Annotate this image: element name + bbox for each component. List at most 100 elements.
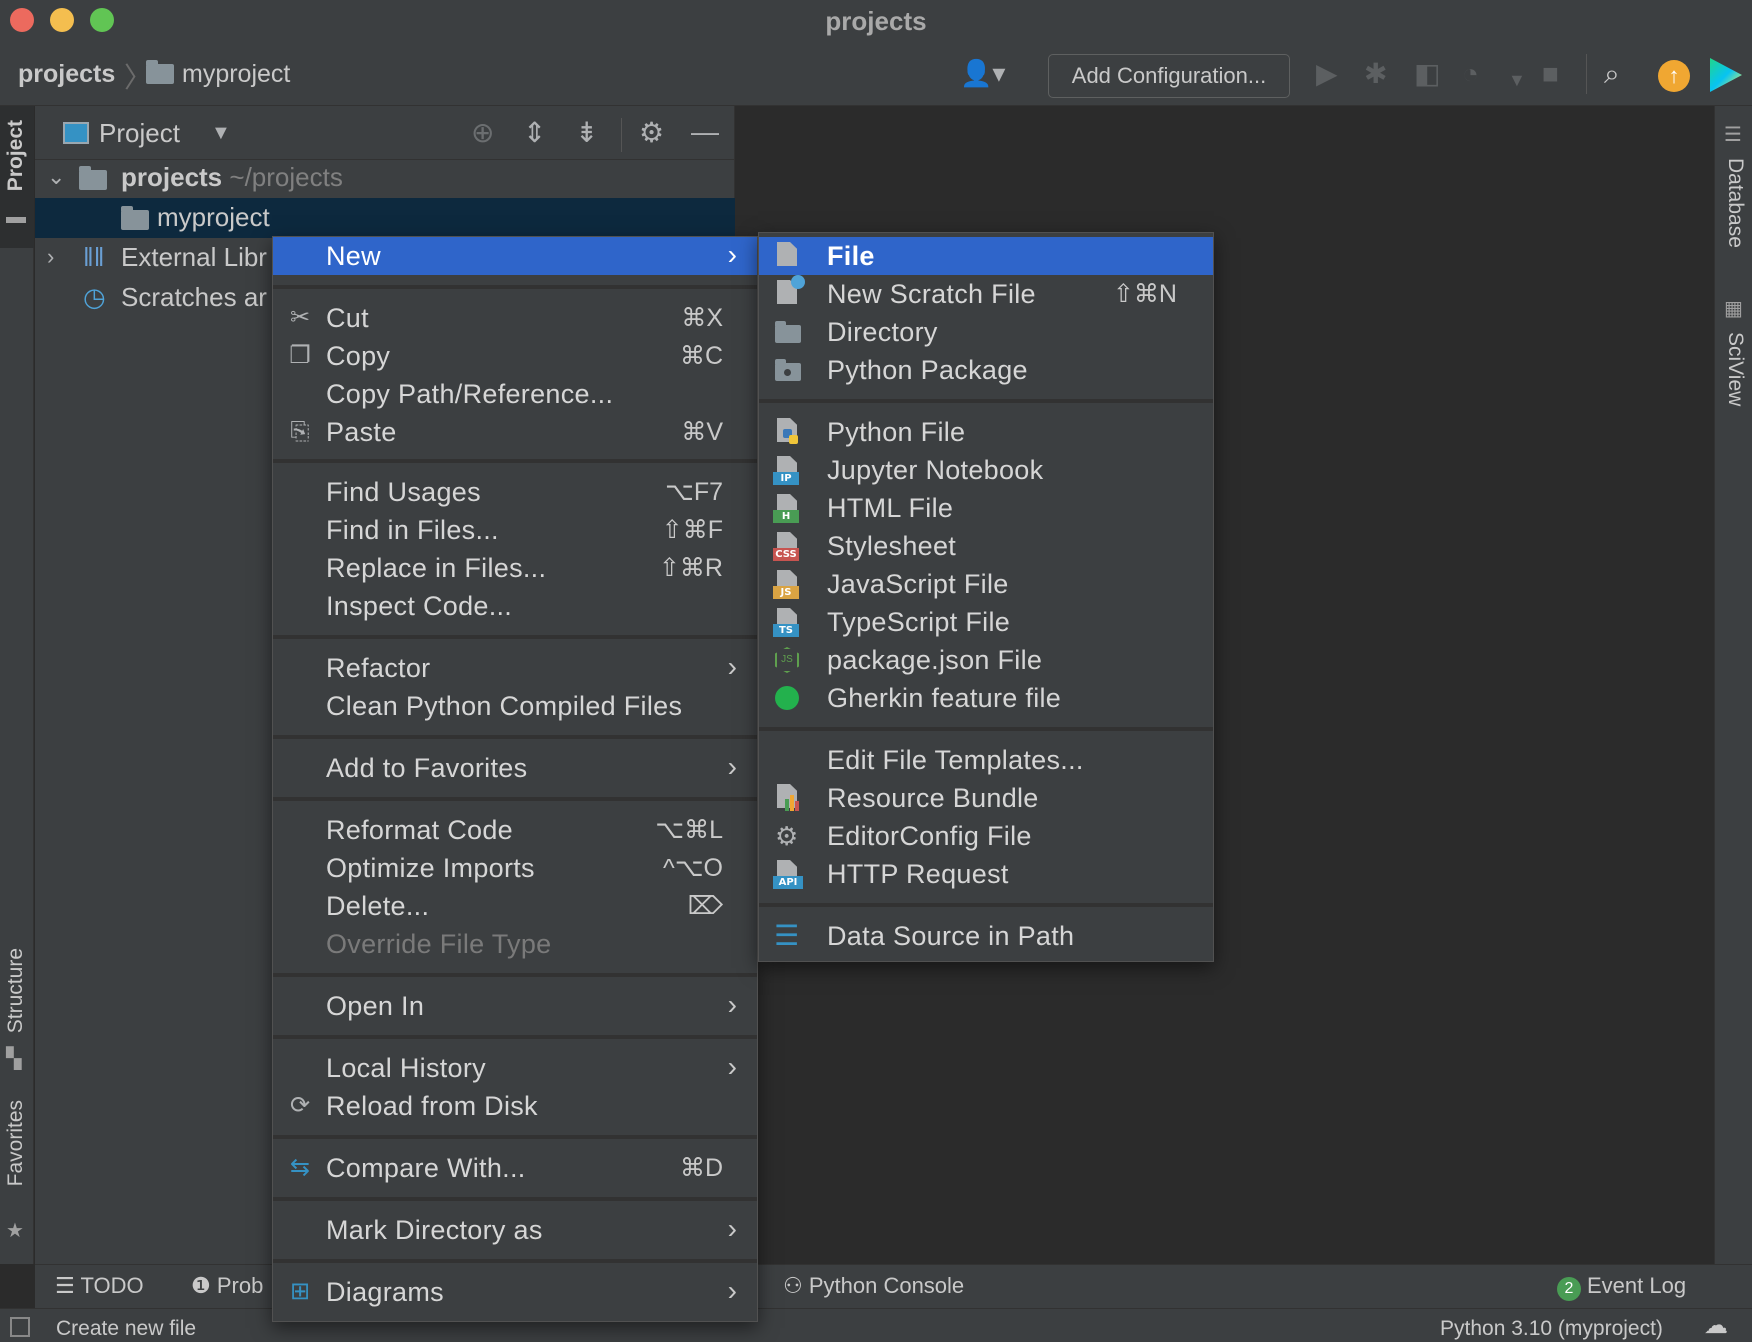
event-log-button[interactable]: 2 Event Log	[1557, 1273, 1686, 1301]
chevron-right-icon[interactable]: ›	[47, 244, 54, 270]
submenu-item-html-file[interactable]: H HTML File	[759, 489, 1213, 527]
chevron-down-icon[interactable]: ▼	[1508, 64, 1526, 96]
menu-item-find-usages[interactable]: Find Usages ⌥F7	[273, 473, 757, 511]
chevron-down-icon[interactable]: ⌄	[47, 164, 65, 190]
menu-item-find-in-files[interactable]: Find in Files... ⇧⌘F	[273, 511, 757, 549]
submenu-item-package-json[interactable]: JS package.json File	[759, 641, 1213, 679]
menu-item-copy-path[interactable]: Copy Path/Reference...	[273, 375, 757, 413]
menu-item-reload-from-disk[interactable]: ⟳ Reload from Disk	[273, 1087, 757, 1125]
menu-item-open-in[interactable]: Open In ›	[273, 987, 757, 1025]
locate-icon[interactable]: ⊕	[471, 116, 494, 149]
submenu-item-resource-bundle[interactable]: Resource Bundle	[759, 779, 1213, 817]
add-configuration-button[interactable]: Add Configuration...	[1048, 54, 1290, 98]
menu-item-reformat-code[interactable]: Reformat Code ⌥⌘L	[273, 811, 757, 849]
menu-item-cut[interactable]: ✂ Cut ⌘X	[273, 299, 757, 337]
collapse-all-icon[interactable]: ⇟	[575, 116, 598, 149]
folder-icon	[773, 317, 801, 347]
project-tool-tab[interactable]: Project ▬	[0, 106, 34, 248]
left-tool-stripe: Project ▬ Structure ▚ Favorites ★	[0, 106, 34, 1264]
submenu-item-label: Jupyter Notebook	[827, 455, 1044, 485]
structure-tab-label: Structure	[4, 948, 27, 1034]
submenu-item-python-file[interactable]: Python File	[759, 413, 1213, 451]
submenu-item-gherkin-feature-file[interactable]: Gherkin feature file	[759, 679, 1213, 717]
menu-item-clean-compiled[interactable]: Clean Python Compiled Files	[273, 687, 757, 725]
menu-item-optimize-imports[interactable]: Optimize Imports ^⌥O	[273, 849, 757, 887]
submenu-item-label: Python File	[827, 417, 966, 447]
submenu-item-javascript-file[interactable]: JS JavaScript File	[759, 565, 1213, 603]
menu-item-replace-in-files[interactable]: Replace in Files... ⇧⌘R	[273, 549, 757, 587]
menu-item-add-to-favorites[interactable]: Add to Favorites ›	[273, 749, 757, 787]
menu-item-paste[interactable]: ⎘ Paste ⌘V	[273, 413, 757, 451]
gear-icon[interactable]: ⚙	[639, 116, 664, 149]
todo-tool-button[interactable]: ☰ TODO	[55, 1273, 144, 1299]
menu-item-label: Replace in Files...	[326, 553, 547, 583]
tree-row-myproject[interactable]: myproject	[35, 198, 735, 238]
chevron-right-icon: ›	[727, 651, 737, 682]
database-tab[interactable]: Database	[1723, 158, 1747, 248]
submenu-item-edit-file-templates[interactable]: Edit File Templates...	[759, 741, 1213, 779]
expand-all-icon[interactable]: ⇕	[523, 116, 546, 149]
tree-label-external-libraries: External Libr	[121, 242, 267, 272]
cloud-sync-icon[interactable]: ☁	[1704, 1311, 1728, 1340]
problems-tool-button[interactable]: ❶ Prob	[191, 1273, 263, 1299]
menu-separator	[759, 727, 1213, 731]
submenu-item-directory[interactable]: Directory	[759, 313, 1213, 351]
chevron-right-icon: ›	[727, 751, 737, 782]
shortcut-label: ⌘C	[679, 342, 723, 370]
chevron-right-icon: ›	[727, 1275, 737, 1306]
submenu-item-label: Gherkin feature file	[827, 683, 1062, 713]
submenu-item-jupyter-notebook[interactable]: IP Jupyter Notebook	[759, 451, 1213, 489]
menu-separator	[273, 973, 757, 977]
submenu-item-typescript-file[interactable]: TS TypeScript File	[759, 603, 1213, 641]
menu-item-delete[interactable]: Delete... ⌦	[273, 887, 757, 925]
status-bar: Create new file Python 3.10 (myproject) …	[0, 1308, 1752, 1342]
library-icon: ‖‖	[83, 242, 105, 272]
submenu-item-file[interactable]: File	[759, 237, 1213, 275]
profile-icon[interactable]: ◔	[1462, 58, 1479, 90]
menu-separator	[273, 735, 757, 739]
python-console-button[interactable]: ⚇ Python Console	[783, 1273, 964, 1299]
css-file-icon: CSS	[773, 531, 801, 561]
menu-item-new[interactable]: New ›	[273, 237, 757, 275]
run-icon[interactable]: ▶	[1316, 58, 1338, 90]
scratch-file-icon	[773, 275, 805, 309]
coverage-icon[interactable]: ◧	[1414, 58, 1440, 90]
menu-item-label: Find Usages	[326, 477, 481, 507]
menu-item-inspect-code[interactable]: Inspect Code...	[273, 587, 757, 625]
shortcut-label: ⌘X	[681, 304, 723, 332]
menu-item-local-history[interactable]: Local History ›	[273, 1049, 757, 1087]
submenu-item-editorconfig-file[interactable]: ⚙ EditorConfig File	[759, 817, 1213, 855]
jetbrains-logo-icon[interactable]	[1710, 58, 1742, 92]
project-view-selector[interactable]: Project	[99, 118, 180, 149]
chevron-right-icon: ›	[727, 239, 737, 270]
tree-row-projects[interactable]: ⌄ projects ~/projects	[35, 158, 735, 198]
chevron-down-icon[interactable]: ▼	[211, 122, 231, 145]
search-icon[interactable]: ⌕	[1604, 58, 1620, 90]
tool-windows-toggle-icon[interactable]	[10, 1317, 30, 1337]
copy-icon: ❐	[289, 342, 311, 369]
submenu-item-http-request[interactable]: API HTTP Request	[759, 855, 1213, 893]
minimize-panel-icon[interactable]: —	[691, 116, 719, 148]
menu-item-compare-with[interactable]: ⇆ Compare With... ⌘D	[273, 1149, 757, 1187]
breadcrumb-root[interactable]: projects	[18, 60, 115, 89]
submenu-item-stylesheet[interactable]: CSS Stylesheet	[759, 527, 1213, 565]
menu-item-copy[interactable]: ❐ Copy ⌘C	[273, 337, 757, 375]
update-icon[interactable]: ↑	[1658, 60, 1690, 92]
sciview-tab[interactable]: SciView	[1723, 332, 1747, 406]
submenu-item-python-package[interactable]: Python Package	[759, 351, 1213, 389]
python-interpreter-selector[interactable]: Python 3.10 (myproject)	[1440, 1317, 1663, 1341]
debug-icon[interactable]: ✱	[1364, 58, 1387, 90]
menu-item-mark-directory-as[interactable]: Mark Directory as ›	[273, 1211, 757, 1249]
stop-icon[interactable]: ■	[1542, 58, 1559, 90]
navigation-toolbar: projects 〉 myproject 👤▾ Add Configuratio…	[0, 42, 1752, 106]
submenu-item-label: HTTP Request	[827, 859, 1009, 889]
submenu-item-data-source-in-path[interactable]: ☰ Data Source in Path	[759, 917, 1213, 955]
http-request-icon: API	[773, 859, 803, 889]
submenu-item-new-scratch-file[interactable]: New Scratch File ⇧⌘N	[759, 275, 1213, 313]
menu-separator	[273, 459, 757, 463]
menu-item-label: Clean Python Compiled Files	[326, 691, 683, 721]
menu-item-refactor[interactable]: Refactor ›	[273, 649, 757, 687]
user-account-icon[interactable]: 👤▾	[960, 58, 1005, 89]
menu-item-diagrams[interactable]: ⊞ Diagrams ›	[273, 1273, 757, 1311]
breadcrumb-child[interactable]: myproject	[182, 60, 290, 89]
